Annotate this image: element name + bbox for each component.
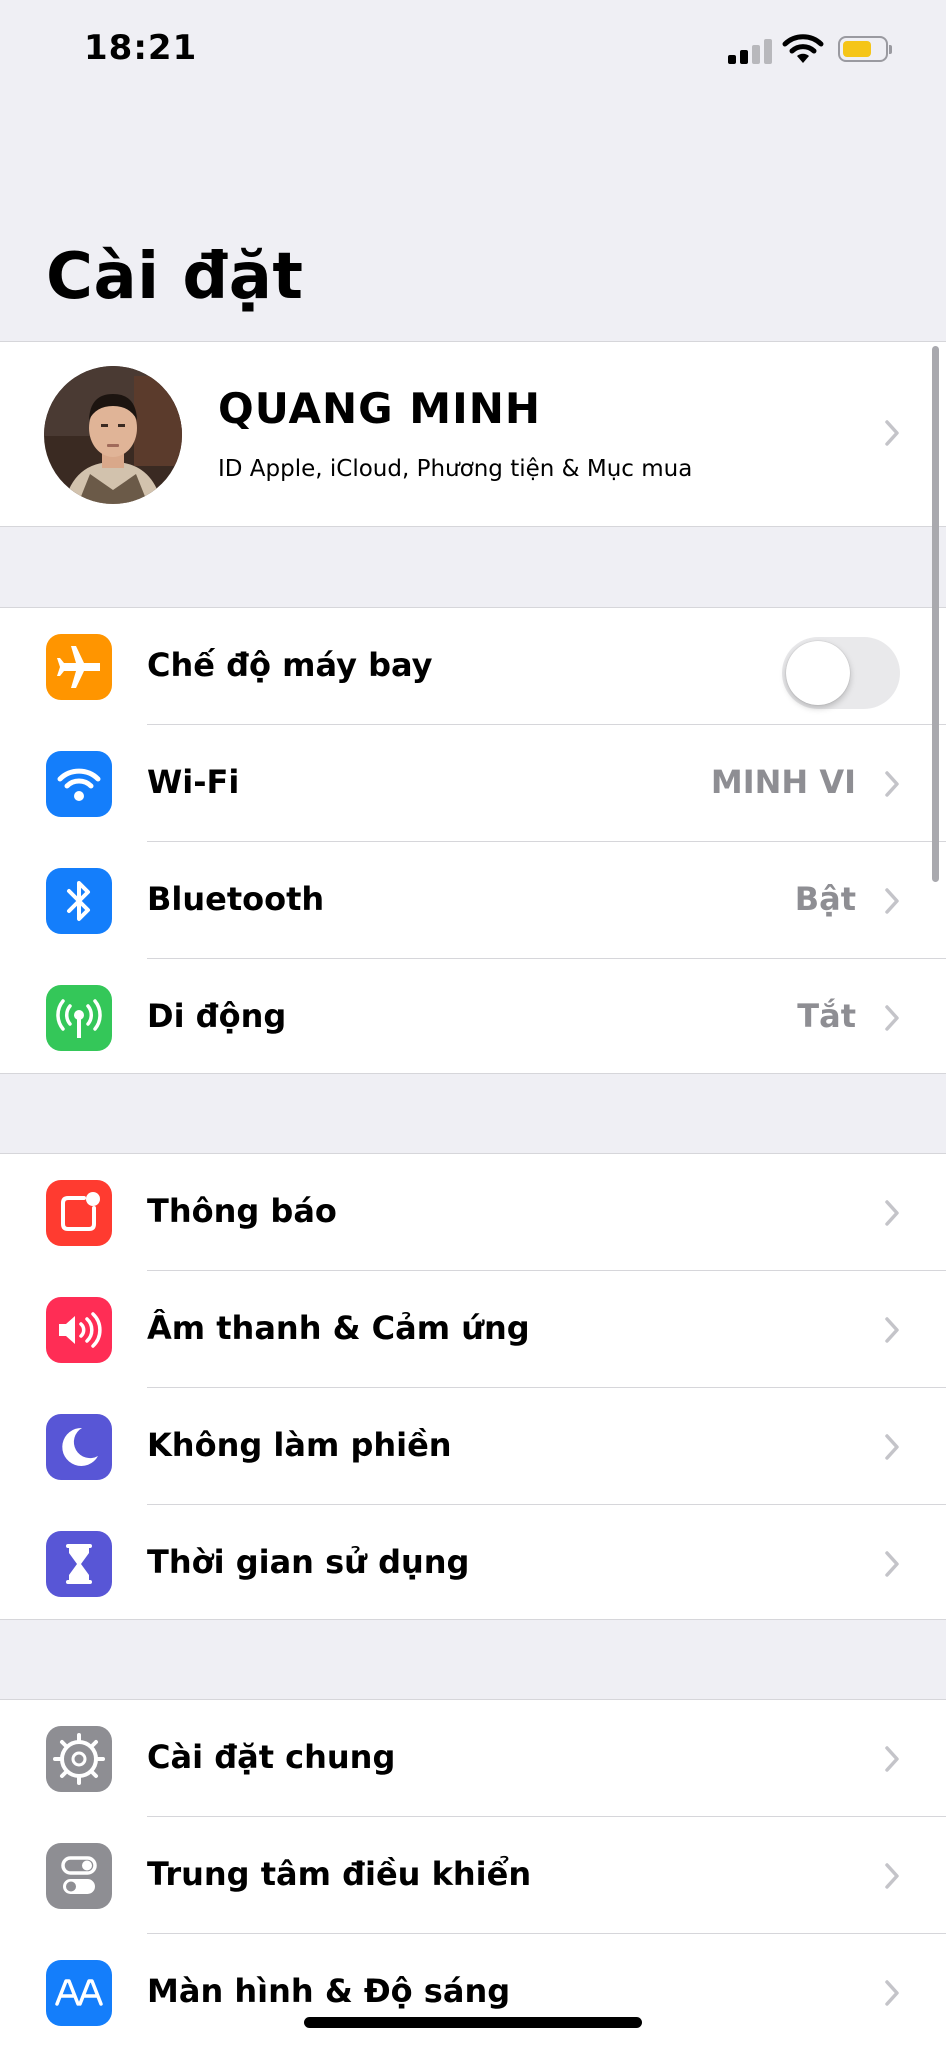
text-size-icon (46, 1960, 112, 2026)
settings-row-display[interactable]: Màn hình & Độ sáng (0, 1934, 946, 2051)
row-label: Thời gian sử dụng (147, 1543, 470, 1581)
bluetooth-icon (46, 868, 112, 934)
settings-row-notifications[interactable]: Thông báo (0, 1154, 946, 1271)
chevron-right-icon (885, 1980, 899, 2006)
row-label: Di động (147, 997, 287, 1035)
wifi-network-value: MINH VI (710, 763, 856, 801)
cellular-status-value: Tắt (797, 997, 856, 1035)
cellular-antenna-icon (46, 985, 112, 1051)
hourglass-icon (46, 1531, 112, 1597)
chevron-right-icon (885, 771, 899, 797)
settings-row-cellular[interactable]: Di động Tắt (0, 959, 946, 1076)
row-label: Không làm phiền (147, 1426, 452, 1464)
page-title: Cài đặt (46, 240, 304, 314)
profile-subtitle: ID Apple, iCloud, Phương tiện & Mục mua (218, 456, 693, 482)
wifi-status-icon (782, 34, 824, 63)
moon-icon (46, 1414, 112, 1480)
connectivity-group: Chế độ máy bay Wi-Fi MINH VI Bluetooth B… (0, 607, 946, 1074)
chevron-right-icon (885, 420, 899, 446)
general-group: Cài đặt chung Trung tâm điều khiển Màn h… (0, 1699, 946, 2059)
notifications-icon (46, 1180, 112, 1246)
row-label: Chế độ máy bay (147, 646, 433, 684)
cellular-signal-icon (728, 38, 772, 64)
settings-row-control-center[interactable]: Trung tâm điều khiển (0, 1817, 946, 1934)
airplane-icon (46, 634, 112, 700)
row-label: Cài đặt chung (147, 1738, 396, 1776)
chevron-right-icon (885, 1317, 899, 1343)
chevron-right-icon (885, 1434, 899, 1460)
switches-icon (46, 1843, 112, 1909)
row-label: Trung tâm điều khiển (147, 1855, 532, 1893)
row-label: Wi-Fi (147, 763, 240, 801)
settings-row-general[interactable]: Cài đặt chung (0, 1700, 946, 1817)
wifi-icon (46, 751, 112, 817)
chevron-right-icon (885, 1551, 899, 1577)
airplane-mode-toggle[interactable] (782, 637, 900, 709)
settings-row-airplane[interactable]: Chế độ máy bay (0, 608, 946, 725)
row-label: Bluetooth (147, 880, 325, 918)
row-label: Màn hình & Độ sáng (147, 1972, 511, 2010)
settings-row-bluetooth[interactable]: Bluetooth Bật (0, 842, 946, 959)
status-bar: 18:21 (0, 0, 946, 110)
battery-icon (838, 36, 892, 64)
chevron-right-icon (885, 1746, 899, 1772)
settings-row-wifi[interactable]: Wi-Fi MINH VI (0, 725, 946, 842)
speaker-icon (46, 1297, 112, 1363)
chevron-right-icon (885, 1200, 899, 1226)
chevron-right-icon (885, 888, 899, 914)
status-time: 18:21 (84, 28, 198, 68)
scroll-indicator[interactable] (932, 346, 939, 882)
settings-row-screen-time[interactable]: Thời gian sử dụng (0, 1505, 946, 1622)
chevron-right-icon (885, 1005, 899, 1031)
bluetooth-status-value: Bật (794, 880, 856, 918)
settings-row-sounds[interactable]: Âm thanh & Cảm ứng (0, 1271, 946, 1388)
home-indicator[interactable] (304, 2017, 642, 2028)
settings-row-do-not-disturb[interactable]: Không làm phiền (0, 1388, 946, 1505)
row-label: Thông báo (147, 1192, 337, 1230)
chevron-right-icon (885, 1863, 899, 1889)
profile-name: QUANG MINH (218, 384, 541, 433)
row-label: Âm thanh & Cảm ứng (147, 1309, 530, 1347)
notifications-group: Thông báo Âm thanh & Cảm ứng Không làm p… (0, 1153, 946, 1620)
apple-id-profile-card[interactable] (0, 341, 946, 527)
avatar (44, 366, 182, 504)
gear-icon (46, 1726, 112, 1792)
